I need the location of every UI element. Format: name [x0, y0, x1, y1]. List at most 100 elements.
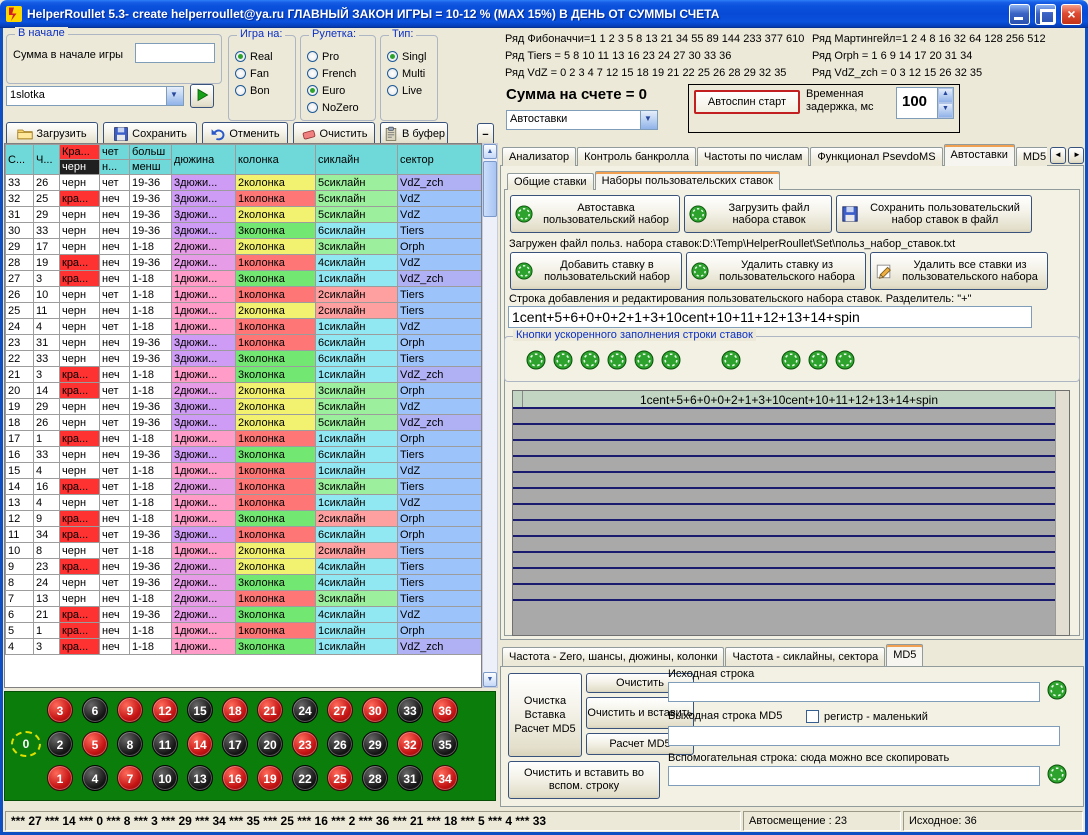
board-number-10[interactable]: 10: [152, 765, 178, 791]
tab-Анализатор[interactable]: Анализатор: [502, 147, 576, 166]
board-number-5[interactable]: 5: [82, 731, 108, 757]
tab-scroll-left-button[interactable]: [1050, 147, 1066, 164]
board-number-25[interactable]: 25: [327, 765, 353, 791]
maximize-button[interactable]: [1035, 4, 1056, 25]
md5-source-input[interactable]: [668, 682, 1040, 702]
md5-output-input[interactable]: [668, 726, 1060, 746]
board-number-7[interactable]: 7: [117, 765, 143, 791]
radio-Real[interactable]: Real: [235, 48, 295, 65]
spinner-up-icon[interactable]: [938, 88, 953, 103]
chevron-down-icon[interactable]: [640, 111, 657, 129]
bet-chip-button[interactable]: [660, 350, 682, 372]
bet-list-row[interactable]: [513, 457, 1055, 473]
bet-list-row[interactable]: [513, 521, 1055, 537]
board-number-9[interactable]: 9: [117, 697, 143, 723]
board-number-34[interactable]: 34: [432, 765, 458, 791]
board-number-30[interactable]: 30: [362, 697, 388, 723]
add-bet-button[interactable]: Добавить ставку в пользовательский набор: [510, 252, 682, 290]
bet-list-row[interactable]: [513, 553, 1055, 569]
board-number-14[interactable]: 14: [187, 731, 213, 757]
bet-chip-button[interactable]: [606, 350, 628, 372]
close-button[interactable]: ×: [1061, 4, 1082, 25]
md5-source-chip-button[interactable]: [1046, 680, 1068, 702]
bet-list-row[interactable]: [513, 425, 1055, 441]
bet-list-row[interactable]: [513, 473, 1055, 489]
autospin-start-button[interactable]: Автоспин старт: [694, 90, 800, 114]
board-number-15[interactable]: 15: [187, 697, 213, 723]
radio-Bon[interactable]: Bon: [235, 82, 295, 99]
board-number-1[interactable]: 1: [47, 765, 73, 791]
board-number-31[interactable]: 31: [397, 765, 423, 791]
bet-list-row[interactable]: [513, 489, 1055, 505]
board-number-24[interactable]: 24: [292, 697, 318, 723]
scrollbar-thumb[interactable]: [483, 161, 497, 217]
md5-aux-input[interactable]: [668, 766, 1040, 786]
tab-Общие ставки[interactable]: Общие ставки: [507, 173, 594, 190]
history-scrollbar[interactable]: ▲ ▼: [482, 143, 498, 688]
bet-list-row[interactable]: [513, 585, 1055, 601]
board-number-6[interactable]: 6: [82, 697, 108, 723]
save-bet-file-button[interactable]: Сохранить пользовательский набор ставок …: [836, 195, 1032, 233]
autobet-combobox[interactable]: Автоставки: [506, 110, 658, 130]
bet-chip-button[interactable]: [525, 350, 547, 372]
board-number-12[interactable]: 12: [152, 697, 178, 723]
board-number-33[interactable]: 33: [397, 697, 423, 723]
tab-Частота - сиклайны, сектора[interactable]: Частота - сиклайны, сектора: [725, 647, 885, 666]
board-number-17[interactable]: 17: [222, 731, 248, 757]
bet-list-row[interactable]: [513, 441, 1055, 457]
board-number-22[interactable]: 22: [292, 765, 318, 791]
board-number-28[interactable]: 28: [362, 765, 388, 791]
board-number-36[interactable]: 36: [432, 697, 458, 723]
bet-chip-button[interactable]: [579, 350, 601, 372]
remove-all-bets-button[interactable]: Удалить все ставки из пользовательского …: [870, 252, 1048, 290]
bet-list-scrollbar[interactable]: [1055, 391, 1069, 635]
board-number-32[interactable]: 32: [397, 731, 423, 757]
md5-register-checkbox[interactable]: [806, 710, 819, 723]
md5-clear-paste-aux-button[interactable]: Очистить и вставить во вспом. строку: [508, 761, 660, 799]
bet-chip-button[interactable]: [552, 350, 574, 372]
radio-Live[interactable]: Live: [387, 82, 437, 99]
bet-chip-button[interactable]: [780, 350, 802, 372]
bet-chip-button[interactable]: [633, 350, 655, 372]
scroll-down-icon[interactable]: ▼: [483, 672, 497, 687]
tab-Автоставки[interactable]: Автоставки: [944, 144, 1015, 166]
bet-list-row[interactable]: [513, 505, 1055, 521]
bet-chip-button[interactable]: [807, 350, 829, 372]
radio-Singl[interactable]: Singl: [387, 48, 437, 65]
tab-MD5[interactable]: MD5: [1016, 147, 1047, 166]
bet-list-row[interactable]: [513, 569, 1055, 585]
tab-Функционал PsevdoMS[interactable]: Функционал PsevdoMS: [810, 147, 942, 166]
board-number-4[interactable]: 4: [82, 765, 108, 791]
remove-bet-button[interactable]: Удалить ставку из пользовательского набо…: [686, 252, 866, 290]
bet-list-row[interactable]: [513, 409, 1055, 425]
spinner-down-icon[interactable]: [938, 103, 953, 118]
board-number-21[interactable]: 21: [257, 697, 283, 723]
board-number-29[interactable]: 29: [362, 731, 388, 757]
tab-Частота - Zero, шансы, дюжины, колонки[interactable]: Частота - Zero, шансы, дюжины, колонки: [502, 647, 724, 666]
radio-Fan[interactable]: Fan: [235, 65, 295, 82]
board-number-13[interactable]: 13: [187, 765, 213, 791]
minimize-button[interactable]: [1009, 4, 1030, 25]
bet-chip-button[interactable]: [720, 350, 742, 372]
board-number-2[interactable]: 2: [47, 731, 73, 757]
bet-list-row[interactable]: [513, 537, 1055, 553]
board-number-18[interactable]: 18: [222, 697, 248, 723]
md5-aux-chip-button[interactable]: [1046, 764, 1068, 786]
board-number-35[interactable]: 35: [432, 731, 458, 757]
load-bet-file-button[interactable]: Загрузить файл набора ставок: [684, 195, 832, 233]
board-number-23[interactable]: 23: [292, 731, 318, 757]
radio-French[interactable]: French: [307, 65, 375, 82]
md5-clear-paste-calc-button[interactable]: Очистка Вставка Расчет MD5: [508, 673, 582, 757]
board-number-19[interactable]: 19: [257, 765, 283, 791]
tab-MD5[interactable]: MD5: [886, 644, 923, 666]
tab-Частоты по числам[interactable]: Частоты по числам: [697, 147, 809, 166]
tab-Контроль банкролла[interactable]: Контроль банкролла: [577, 147, 696, 166]
delay-spinner[interactable]: 100: [896, 87, 954, 119]
radio-Multi[interactable]: Multi: [387, 65, 437, 82]
board-number-20[interactable]: 20: [257, 731, 283, 757]
board-number-3[interactable]: 3: [47, 697, 73, 723]
autobet-user-set-button[interactable]: Автоставка пользовательский набор: [510, 195, 680, 233]
board-number-26[interactable]: 26: [327, 731, 353, 757]
scroll-up-icon[interactable]: ▲: [483, 144, 497, 159]
bet-string-input[interactable]: [508, 306, 1032, 328]
